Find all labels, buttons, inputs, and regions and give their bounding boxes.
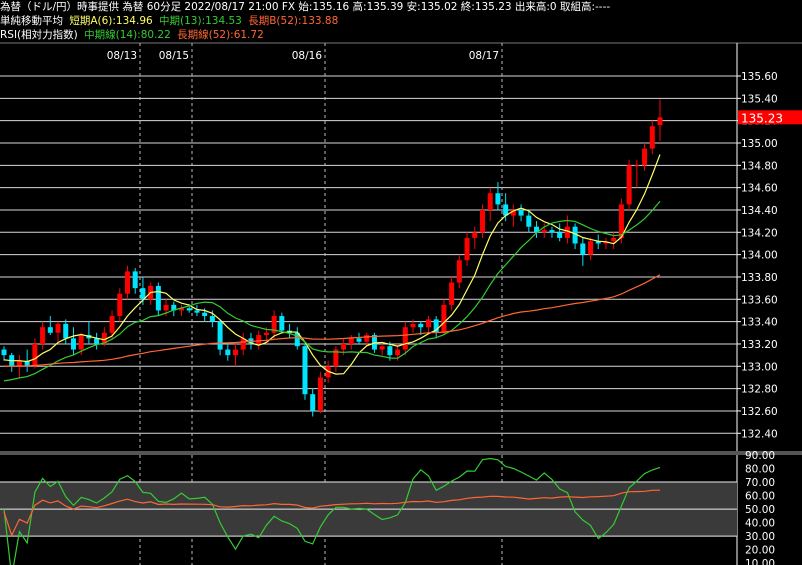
price-tick-label: 133.20 xyxy=(741,339,778,351)
candle-body xyxy=(456,260,462,283)
candle-body xyxy=(549,230,555,233)
candle-body xyxy=(310,394,316,411)
candle-body xyxy=(302,346,308,395)
candle-body xyxy=(186,308,192,311)
candle-body xyxy=(564,226,570,238)
candle-body xyxy=(32,343,38,367)
candle-body xyxy=(402,327,408,350)
candle-body xyxy=(588,241,594,255)
panel-divider xyxy=(0,451,802,455)
candle-body xyxy=(209,316,215,322)
candle-body xyxy=(642,148,648,166)
candle-body xyxy=(1,349,7,356)
candle-body xyxy=(217,321,223,350)
rsi-tick-label: 30.00 xyxy=(745,531,775,543)
candle-body xyxy=(557,232,563,238)
candle-body xyxy=(47,327,53,333)
candle-body xyxy=(78,335,84,350)
candle-body xyxy=(117,293,123,317)
candle-body xyxy=(418,323,424,328)
price-chart[interactable]: 135.60135.40135.20135.00134.80134.60134.… xyxy=(0,0,802,565)
candle-body xyxy=(611,237,617,242)
candle-body xyxy=(541,230,547,233)
rsi-tick-label: 10.00 xyxy=(745,558,775,565)
candle-body xyxy=(472,232,478,238)
candle-body xyxy=(379,346,385,350)
candle-body xyxy=(649,126,655,149)
price-tick-label: 134.00 xyxy=(741,250,778,262)
candle-body xyxy=(364,335,370,342)
candle-body xyxy=(425,319,431,328)
candle-body xyxy=(55,323,61,333)
candle-body xyxy=(202,312,208,317)
candle-body xyxy=(225,349,231,356)
date-label: 08/13 xyxy=(107,50,137,62)
price-tick-label: 133.80 xyxy=(741,272,778,284)
candle-body xyxy=(395,349,401,356)
candle-body xyxy=(487,193,493,210)
price-tick-label: 135.40 xyxy=(741,93,778,105)
rsi-tick-label: 90.00 xyxy=(745,450,775,462)
candle-body xyxy=(449,282,455,305)
price-tick-label: 134.80 xyxy=(741,160,778,172)
price-tick-label: 132.40 xyxy=(741,428,778,440)
candle-body xyxy=(479,209,485,233)
rsi-tick-label: 50.00 xyxy=(745,504,775,516)
candle-body xyxy=(233,349,239,356)
candle-body xyxy=(317,377,323,411)
rsi-tick-label: 70.00 xyxy=(745,477,775,489)
candle-body xyxy=(263,332,269,336)
last-price-label: 135.23 xyxy=(741,111,783,125)
candle-body xyxy=(657,117,663,126)
price-tick-label: 135.00 xyxy=(741,138,778,150)
price-tick-label: 132.80 xyxy=(741,384,778,396)
candle-body xyxy=(279,316,285,331)
candle-body xyxy=(124,271,130,294)
candle-body xyxy=(526,215,532,227)
candle-body xyxy=(40,327,46,344)
candle-body xyxy=(63,323,69,339)
ma-mid-line xyxy=(3,200,661,382)
candle-body xyxy=(94,338,100,344)
candle-body xyxy=(109,316,115,333)
price-tick-label: 133.60 xyxy=(741,294,778,306)
candle-body xyxy=(70,338,76,350)
candle-body xyxy=(348,338,354,344)
candle-body xyxy=(194,310,200,313)
price-tick-label: 133.00 xyxy=(741,361,778,373)
rsi-tick-label: 20.00 xyxy=(745,545,775,557)
candle-body xyxy=(626,165,632,205)
date-label: 08/15 xyxy=(159,50,189,62)
price-tick-label: 133.40 xyxy=(741,317,778,329)
candle-body xyxy=(580,243,586,255)
rsi-tick-label: 60.00 xyxy=(745,491,775,503)
date-label: 08/17 xyxy=(469,50,499,62)
price-tick-label: 132.60 xyxy=(741,406,778,418)
candle-body xyxy=(518,209,524,216)
candle-body xyxy=(356,338,362,342)
price-tick-label: 135.60 xyxy=(741,71,778,83)
candle-body xyxy=(163,304,169,311)
rsi-tick-label: 80.00 xyxy=(745,464,775,476)
price-tick-label: 134.60 xyxy=(741,183,778,195)
candle-body xyxy=(341,343,347,350)
candle-body xyxy=(495,193,501,205)
price-tick-label: 134.40 xyxy=(741,205,778,217)
candle-body xyxy=(155,285,161,311)
candle-body xyxy=(132,271,138,289)
candle-body xyxy=(464,237,470,261)
candle-body xyxy=(387,346,393,356)
candle-body xyxy=(441,304,447,333)
date-label: 08/16 xyxy=(292,50,323,62)
rsi-tick-label: 40.00 xyxy=(745,518,775,530)
candle-body xyxy=(634,165,640,167)
candle-body xyxy=(256,335,262,344)
price-tick-label: 134.20 xyxy=(741,227,778,239)
candle-body xyxy=(410,323,416,328)
